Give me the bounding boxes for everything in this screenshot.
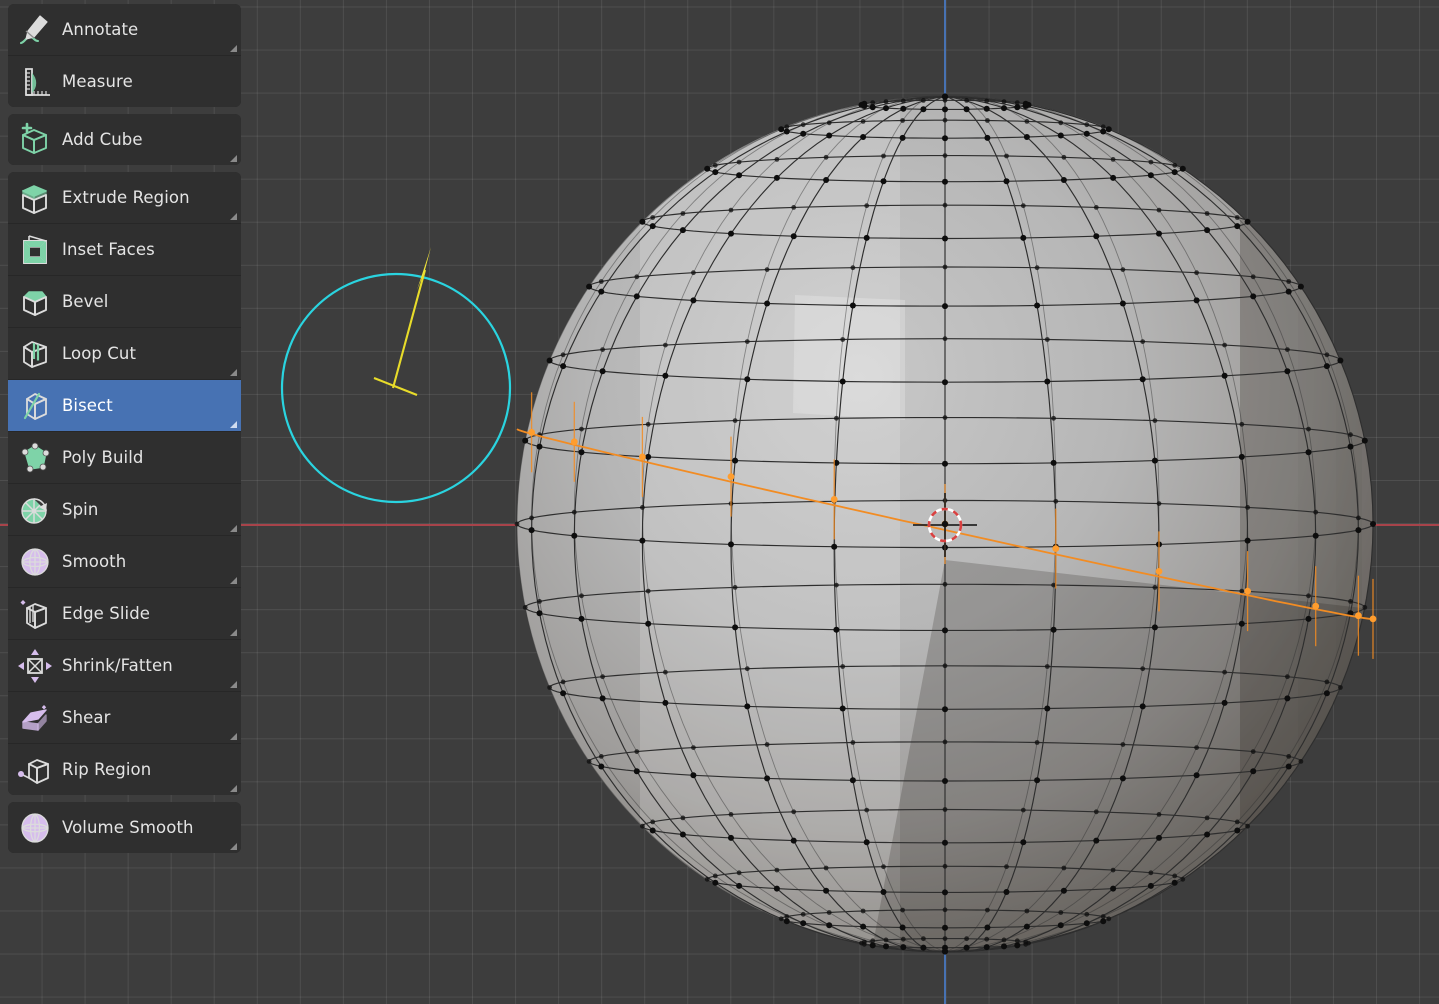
selected-vertex [1355,612,1362,620]
tool-label-loop-cut: Loop Cut [62,344,137,363]
edge-slide-icon [8,588,62,639]
tool-item-volume-smooth[interactable]: Volume Smooth [8,802,241,853]
blender-window: Annotate Measure Add Cube Extrude Region… [0,0,1439,1004]
shear-icon [8,692,62,743]
tool-expand-indicator[interactable] [230,629,237,636]
tool-group-2: Extrude Region Inset Faces Bevel Loop Cu… [8,172,241,795]
selected-vertex [1155,568,1163,575]
selected-vertex [727,473,735,480]
tool-expand-indicator[interactable] [230,681,237,688]
extrude-region-icon [8,172,62,223]
smooth-icon [8,536,62,587]
tool-expand-indicator[interactable] [230,577,237,584]
tool-group-3: Volume Smooth [8,802,241,853]
selected-vertex [830,496,838,503]
bisect-icon [8,380,62,431]
selected-vertex [1244,587,1251,595]
add-cube-icon [8,114,62,165]
bisect-gizmo-circle[interactable] [280,272,512,504]
tool-item-loop-cut[interactable]: Loop Cut [8,328,241,380]
tool-expand-indicator[interactable] [230,155,237,162]
selected-vertex [1312,602,1320,610]
tool-label-shrink-fatten: Shrink/Fatten [62,656,173,675]
shrink-fatten-icon [8,640,62,691]
tool-label-extrude-region: Extrude Region [62,188,190,207]
tool-item-shrink-fatten[interactable]: Shrink/Fatten [8,640,241,692]
tool-expand-indicator[interactable] [230,213,237,220]
bisect-gizmo-normal-head[interactable] [417,247,431,290]
tool-label-add-cube: Add Cube [62,130,143,149]
selected-vertex [528,428,535,436]
tool-label-poly-build: Poly Build [62,448,144,467]
bevel-icon [8,276,62,327]
bisect-plane-gizmo[interactable] [280,247,512,504]
tool-expand-indicator[interactable] [230,785,237,792]
selected-vertex [639,453,646,461]
tool-expand-indicator[interactable] [230,421,237,428]
tool-expand-indicator[interactable] [230,733,237,740]
selected-vertex [570,438,578,446]
tool-expand-indicator[interactable] [230,525,237,532]
tool-label-inset-faces: Inset Faces [62,240,155,259]
tool-label-annotate: Annotate [62,20,139,39]
selected-vertex [1369,615,1377,623]
tool-item-shear[interactable]: Shear [8,692,241,744]
annotate-pencil-icon [8,4,62,55]
tool-expand-indicator[interactable] [230,369,237,376]
inset-faces-icon [8,224,62,275]
tool-label-volume-smooth: Volume Smooth [62,818,194,837]
tool-item-smooth[interactable]: Smooth [8,536,241,588]
tool-item-rip-region[interactable]: Rip Region [8,744,241,795]
rip-region-icon [8,744,62,795]
tool-group-0: Annotate Measure [8,4,241,107]
tool-label-spin: Spin [62,500,99,519]
tool-item-bevel[interactable]: Bevel [8,276,241,328]
tool-label-edge-slide: Edge Slide [62,604,151,623]
tool-label-smooth: Smooth [62,552,127,571]
tool-item-add-cube[interactable]: Add Cube [8,114,241,165]
bisect-gizmo-normal-line[interactable] [391,269,427,389]
tool-item-measure[interactable]: Measure [8,56,241,107]
tool-item-inset-faces[interactable]: Inset Faces [8,224,241,276]
spin-icon [8,484,62,535]
tool-label-bisect: Bisect [62,396,113,415]
tool-label-rip-region: Rip Region [62,760,152,779]
poly-build-icon [8,432,62,483]
selected-vertex [1052,545,1060,552]
loop-cut-icon [8,328,62,379]
toolbar[interactable]: Annotate Measure Add Cube Extrude Region… [8,4,241,860]
tool-item-spin[interactable]: Spin [8,484,241,536]
tool-item-edge-slide[interactable]: Edge Slide [8,588,241,640]
tool-group-1: Add Cube [8,114,241,165]
tool-item-poly-build[interactable]: Poly Build [8,432,241,484]
measure-ruler-icon [8,56,62,107]
tool-label-shear: Shear [62,708,111,727]
tool-expand-indicator[interactable] [230,843,237,850]
tool-item-annotate[interactable]: Annotate [8,4,241,56]
volume-smooth-icon [8,802,62,853]
tool-item-extrude-region[interactable]: Extrude Region [8,172,241,224]
tool-expand-indicator[interactable] [230,45,237,52]
tool-item-bisect[interactable]: Bisect [8,380,241,432]
tool-label-bevel: Bevel [62,292,109,311]
tool-label-measure: Measure [62,72,133,91]
